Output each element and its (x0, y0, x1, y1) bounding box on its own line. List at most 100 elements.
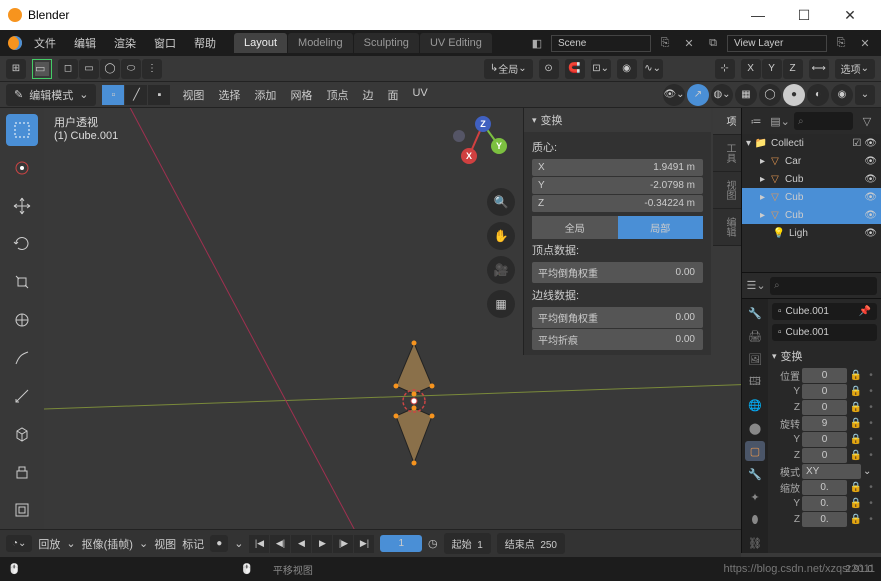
jump-end-icon[interactable]: ▶| (354, 535, 374, 553)
vertex-select-icon[interactable]: ▫ (102, 85, 124, 105)
ptab-scene[interactable]: 🌐 (745, 395, 765, 415)
outliner-tree[interactable]: ▾📁Collecti ☑ 👁 ▸▽Car👁 ▸▽Cub👁 ▸▽Cub👁 ▸▽Cu… (742, 134, 881, 272)
scene-name-field[interactable]: Scene (551, 35, 651, 52)
rot-y-row[interactable]: Y0🔒• (772, 432, 877, 447)
eye-icon[interactable]: 👁 (864, 174, 877, 185)
axis-x-toggle[interactable]: X (741, 59, 761, 79)
shading-matprev-icon[interactable]: ◐ (807, 84, 829, 106)
mirror-icon[interactable]: ⟷ (809, 59, 829, 79)
zoom-icon[interactable]: 🔍 (487, 188, 515, 216)
timeline-type-icon[interactable]: ◔⌄ (6, 535, 32, 552)
eye-icon[interactable]: 👁 (864, 228, 877, 239)
face-select-icon[interactable]: ▪ (148, 85, 170, 105)
edge-select-icon[interactable]: ╱ (125, 85, 147, 105)
tool-scale[interactable] (6, 266, 38, 298)
timeline-marker-menu[interactable]: 标记 (182, 536, 204, 552)
tab-uvediting[interactable]: UV Editing (420, 33, 492, 53)
axis-y-toggle[interactable]: Y (762, 59, 782, 79)
tool-cursor[interactable] (6, 152, 38, 184)
xray-icon[interactable]: ▦ (735, 84, 757, 106)
keyframe-prev-icon[interactable]: ◀| (270, 535, 290, 553)
outliner-filter-icon[interactable]: ▽ (857, 111, 877, 131)
median-y-field[interactable]: Y-2.0798 m (532, 177, 703, 194)
outliner-display-icon[interactable]: ▤⌄ (770, 111, 790, 131)
gizmo-toggle-icon[interactable]: ↗ (687, 84, 709, 106)
sel-box-icon[interactable]: ▭ (79, 59, 99, 79)
tool-extrude[interactable] (6, 456, 38, 488)
menu-vertex[interactable]: 顶点 (320, 84, 354, 106)
local-button[interactable]: 局部 (618, 216, 704, 239)
shading-wire-icon[interactable]: ◯ (759, 84, 781, 106)
tab-sculpting[interactable]: Sculpting (354, 33, 419, 53)
start-frame-field[interactable]: 起始 1 (444, 533, 491, 554)
props-search[interactable]: ⌕ (770, 277, 877, 295)
ptab-physics[interactable]: ⬮ (745, 510, 765, 530)
gizmo-x-icon[interactable]: X (461, 148, 477, 164)
viewlayer-new-icon[interactable]: ⎘ (831, 33, 851, 53)
ptab-world[interactable]: ⬤ (745, 418, 765, 438)
shading-solid-icon[interactable]: ● (783, 84, 805, 106)
menu-face[interactable]: 面 (381, 84, 404, 106)
play-icon[interactable]: ▶ (312, 535, 332, 553)
tab-layout[interactable]: Layout (234, 33, 287, 53)
outliner-item-cube-2[interactable]: ▸▽Cub👁 (742, 188, 881, 206)
menu-window[interactable]: 窗口 (146, 31, 184, 55)
rot-z-row[interactable]: Z0🔒• (772, 448, 877, 463)
tool-transform[interactable] (6, 304, 38, 336)
menu-view[interactable]: 视图 (176, 84, 210, 106)
gizmo-show-icon[interactable]: ⊹ (715, 59, 735, 79)
avg-bevel-weight-field[interactable]: 平均倒角权重0.00 (532, 262, 703, 283)
tool-measure[interactable] (6, 380, 38, 412)
menu-select[interactable]: 选择 (212, 84, 246, 106)
ptab-object[interactable]: ▢ (745, 441, 765, 461)
keyframe-next-icon[interactable]: |▶ (333, 535, 353, 553)
end-frame-field[interactable]: 结束点 250 (497, 533, 565, 554)
maximize-button[interactable]: ☐ (781, 0, 827, 30)
scene-new-icon[interactable]: ⎘ (655, 33, 675, 53)
autokey-icon[interactable]: ● (210, 535, 228, 552)
tool-select[interactable] (6, 114, 38, 146)
gizmo-neg-icon[interactable] (453, 130, 465, 142)
props-name-field[interactable]: ▫ Cube.001 (772, 324, 877, 341)
menu-edit[interactable]: 编辑 (66, 31, 104, 55)
sel-more-icon[interactable]: ⋮ (142, 59, 162, 79)
ptab-constraint[interactable]: ⛓ (745, 533, 765, 553)
snap-type-icon[interactable]: ⊡⌄ (591, 59, 611, 79)
pivot-icon[interactable]: ⊙ (539, 59, 559, 79)
ntab-edit[interactable]: 编辑 (713, 209, 741, 246)
menu-uv[interactable]: UV (406, 84, 433, 106)
editor-type-icon[interactable]: ⊞ (6, 59, 26, 79)
eye-icon[interactable]: 👁 (864, 138, 877, 149)
ntab-tool[interactable]: 工具 (713, 135, 741, 172)
blender-icon[interactable] (6, 34, 24, 52)
mesh-object[interactable] (384, 338, 444, 448)
ptab-output[interactable]: 🖼 (745, 349, 765, 369)
jump-start-icon[interactable]: |◀ (249, 535, 269, 553)
tool-inset[interactable] (6, 494, 38, 526)
npanel-transform-header[interactable]: 变换 (524, 108, 711, 132)
outliner-type-icon[interactable]: ≔ (746, 111, 766, 131)
scale-y-row[interactable]: Y0.🔒• (772, 496, 877, 511)
tool-rotate[interactable] (6, 228, 38, 260)
sel-circle-icon[interactable]: ◯ (100, 59, 120, 79)
persp-ortho-icon[interactable]: ▦ (487, 290, 515, 318)
timeline-view-menu[interactable]: 视图 (154, 536, 176, 552)
loc-x-row[interactable]: 位置0🔒• (772, 368, 877, 383)
viewlayer-name-field[interactable]: View Layer (727, 35, 827, 52)
snap-toggle-icon[interactable]: 🧲 (565, 59, 585, 79)
timeline-keying-menu[interactable]: 抠像(插帧) (82, 536, 133, 552)
scale-x-row[interactable]: 缩放0.🔒• (772, 480, 877, 495)
global-button[interactable]: 全局 (532, 216, 618, 239)
minimize-button[interactable]: — (735, 0, 781, 30)
outliner-item-cube-3[interactable]: ▸▽Cub👁 (742, 206, 881, 224)
mode-dropdown[interactable]: ✎ 编辑模式 ⌄ (6, 84, 96, 106)
clock-icon[interactable]: ◷ (428, 537, 438, 550)
ntab-view[interactable]: 视图 (713, 172, 741, 209)
viewport-3d[interactable]: 用户透视 (1) Cube.001 Z Y X 🔍 ✋ 🎥 ▦ (44, 108, 741, 553)
median-x-field[interactable]: X1.9491 m (532, 159, 703, 176)
viewlayer-browse-icon[interactable]: ⧉ (703, 33, 723, 53)
viewlayer-delete-icon[interactable]: ✕ (855, 33, 875, 53)
overlay-toggle-icon[interactable]: ◍⌄ (711, 84, 733, 106)
axis-z-toggle[interactable]: Z (783, 59, 803, 79)
camera-view-icon[interactable]: 🎥 (487, 256, 515, 284)
